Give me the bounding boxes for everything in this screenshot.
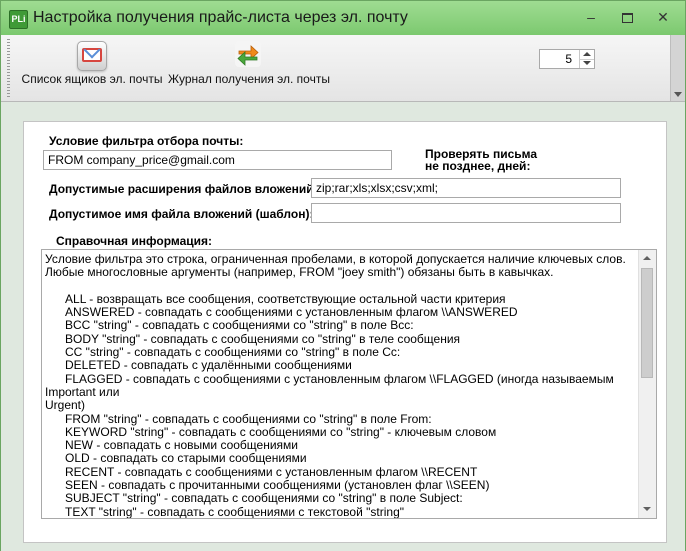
stepper-buttons	[579, 50, 594, 68]
help-line: CC "string" - совпадать с сообщениями со…	[45, 345, 401, 360]
help-textarea[interactable]: Условие фильтра это строка, ограниченная…	[41, 249, 657, 519]
scroll-up-button[interactable]	[639, 250, 656, 267]
check-days-label-2: не позднее, дней:	[425, 159, 531, 173]
help-line: SEEN - совпадать с прочитанными сообщени…	[45, 478, 490, 493]
scroll-down-button[interactable]	[639, 501, 656, 518]
help-line: FLAGGED - совпадать с сообщениями с уста…	[45, 371, 618, 399]
help-line: SUBJECT "string" - совпадать с сообщения…	[45, 491, 463, 506]
help-line: ALL - возвращать все сообщения, соответс…	[45, 291, 506, 306]
mailbox-list-button[interactable]: Список ящиков эл. почты	[21, 37, 163, 97]
mail-journal-button[interactable]: Журнал получения эл. почты	[167, 37, 331, 97]
toolbar-grip[interactable]	[7, 39, 10, 97]
window-title: Настройка получения прайс-листа через эл…	[33, 9, 408, 26]
check-days-value[interactable]: 5	[565, 52, 572, 66]
toolbar-overflow-button[interactable]	[670, 35, 685, 101]
help-line: Urgent)	[45, 398, 86, 413]
extensions-label: Допустимые расширения файлов вложений:	[49, 182, 318, 196]
mailbox-list-label: Список ящиков эл. почты	[21, 72, 163, 86]
help-line: BODY "string" - совпадать с сообщениями …	[45, 331, 461, 346]
settings-window: PLi Настройка получения прайс-листа чере…	[0, 0, 686, 551]
help-text: Условие фильтра это строка, ограниченная…	[45, 252, 639, 519]
filename-input[interactable]	[311, 203, 621, 223]
help-line: ANSWERED - совпадать с сообщениями с уст…	[45, 305, 518, 320]
help-line: Условие фильтра это строка, ограниченная…	[45, 252, 626, 266]
mail-journal-label: Журнал получения эл. почты	[168, 72, 330, 86]
help-line: BCC "string" - совпадать с сообщениями с…	[45, 318, 414, 333]
help-line: KEYWORD "string" - совпадать с сообщения…	[45, 424, 497, 439]
filename-label: Допустимое имя файла вложений (шаблон):	[49, 207, 314, 221]
app-icon: PLi	[9, 10, 28, 29]
close-button[interactable]: ✕	[649, 7, 677, 27]
mail-icon	[77, 41, 107, 71]
help-line: NEW - совпадать с новыми сообщениями	[45, 438, 298, 453]
help-line: Любые многословные аргументы (например, …	[45, 265, 554, 280]
extensions-input[interactable]	[311, 178, 621, 198]
title-bar[interactable]: PLi Настройка получения прайс-листа чере…	[1, 1, 685, 35]
maximize-button[interactable]	[613, 7, 641, 27]
help-line: OLD - совпадать со старыми сообщениями	[45, 451, 307, 466]
stepper-down-button[interactable]	[580, 59, 594, 68]
check-days-stepper[interactable]: 5	[539, 49, 595, 69]
filter-label: Условие фильтра отбора почты:	[49, 134, 244, 148]
help-line: FROM "string" - совпадать с сообщениями …	[45, 411, 432, 426]
help-label: Справочная информация:	[56, 234, 213, 248]
help-scrollbar[interactable]	[638, 250, 656, 518]
help-line	[45, 280, 639, 293]
filter-input[interactable]	[43, 150, 392, 170]
help-line: TEXT "string" - совпадать с сообщениями …	[45, 504, 404, 519]
maximize-icon	[621, 13, 633, 24]
help-line: RECENT - совпадать с сообщениями с устан…	[45, 464, 478, 479]
sync-icon	[235, 41, 261, 67]
minimize-button[interactable]: –	[577, 7, 605, 27]
scroll-thumb[interactable]	[641, 268, 653, 378]
help-line: DELETED - совпадать с удалёнными сообщен…	[45, 358, 352, 373]
